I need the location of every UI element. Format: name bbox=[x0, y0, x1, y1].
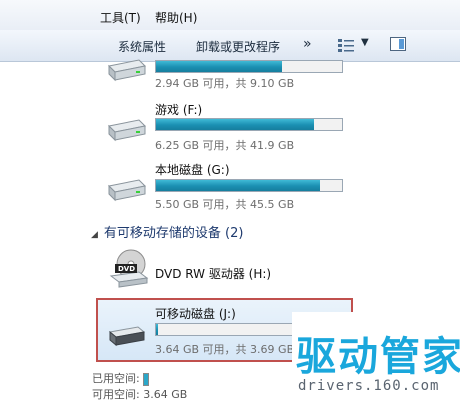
used-space-label: 已用空间: bbox=[92, 372, 140, 385]
drive-usage-fill bbox=[156, 119, 315, 130]
menu-help[interactable]: 帮助(H) bbox=[155, 9, 197, 26]
preview-pane-icon[interactable] bbox=[390, 37, 406, 51]
free-space-label: 可用空间: bbox=[92, 388, 140, 401]
used-space-row: 已用空间: bbox=[92, 370, 149, 386]
drive-usage-fill bbox=[156, 180, 320, 191]
removable-section-header[interactable]: ◢ 有可移动存储的设备 (2) bbox=[91, 222, 243, 241]
drive-usage-bar bbox=[155, 60, 343, 73]
drive-usage-fill bbox=[156, 324, 158, 335]
removable-disk-info: 3.64 GB 可用，共 3.69 GB bbox=[155, 343, 295, 356]
hard-drive-icon bbox=[107, 179, 147, 202]
toolbar: 系统属性 卸载或更改程序 » ▼ bbox=[0, 30, 460, 62]
removable-disk-icon bbox=[108, 326, 146, 347]
dvd-badge: DVD bbox=[118, 265, 136, 273]
removable-disk-name[interactable]: 可移动磁盘 (J:) bbox=[155, 305, 236, 322]
drive-info-text: 6.25 GB 可用，共 41.9 GB bbox=[155, 139, 295, 152]
watermark-logo: 驱动管家 drivers.160.com bbox=[292, 312, 460, 400]
toolbar-overflow-button[interactable]: » bbox=[303, 36, 312, 52]
drive-usage-bar bbox=[155, 179, 343, 192]
drive-usage-fill bbox=[156, 61, 283, 72]
dvd-drive-name[interactable]: DVD RW 驱动器 (H:) bbox=[155, 265, 271, 282]
drive-info-text: 2.94 GB 可用，共 9.10 GB bbox=[155, 77, 295, 90]
view-options-icon[interactable] bbox=[338, 38, 354, 52]
watermark-url: drivers.160.com bbox=[298, 378, 440, 394]
hard-drive-icon bbox=[107, 59, 147, 82]
drive-name-g[interactable]: 本地磁盘 (G:) bbox=[155, 161, 230, 178]
section-header-label: 有可移动存储的设备 (2) bbox=[103, 226, 244, 241]
drive-info-text: 5.50 GB 可用，共 45.5 GB bbox=[155, 198, 295, 211]
uninstall-program-button[interactable]: 卸载或更改程序 bbox=[196, 38, 280, 55]
collapse-triangle-icon[interactable]: ◢ bbox=[91, 230, 98, 240]
free-space-value: 3.64 GB bbox=[143, 388, 188, 401]
drive-name-f[interactable]: 游戏 (F:) bbox=[155, 101, 202, 118]
menu-bar: 工具(T) 帮助(H) bbox=[0, 0, 460, 31]
drive-usage-bar bbox=[155, 323, 295, 336]
view-dropdown-arrow-icon[interactable]: ▼ bbox=[361, 37, 369, 48]
hard-drive-icon bbox=[107, 119, 147, 142]
watermark-title: 驱动管家 bbox=[296, 334, 460, 380]
drive-usage-bar bbox=[155, 118, 343, 131]
menu-tools[interactable]: 工具(T) bbox=[100, 9, 141, 26]
used-space-bar bbox=[142, 372, 149, 386]
